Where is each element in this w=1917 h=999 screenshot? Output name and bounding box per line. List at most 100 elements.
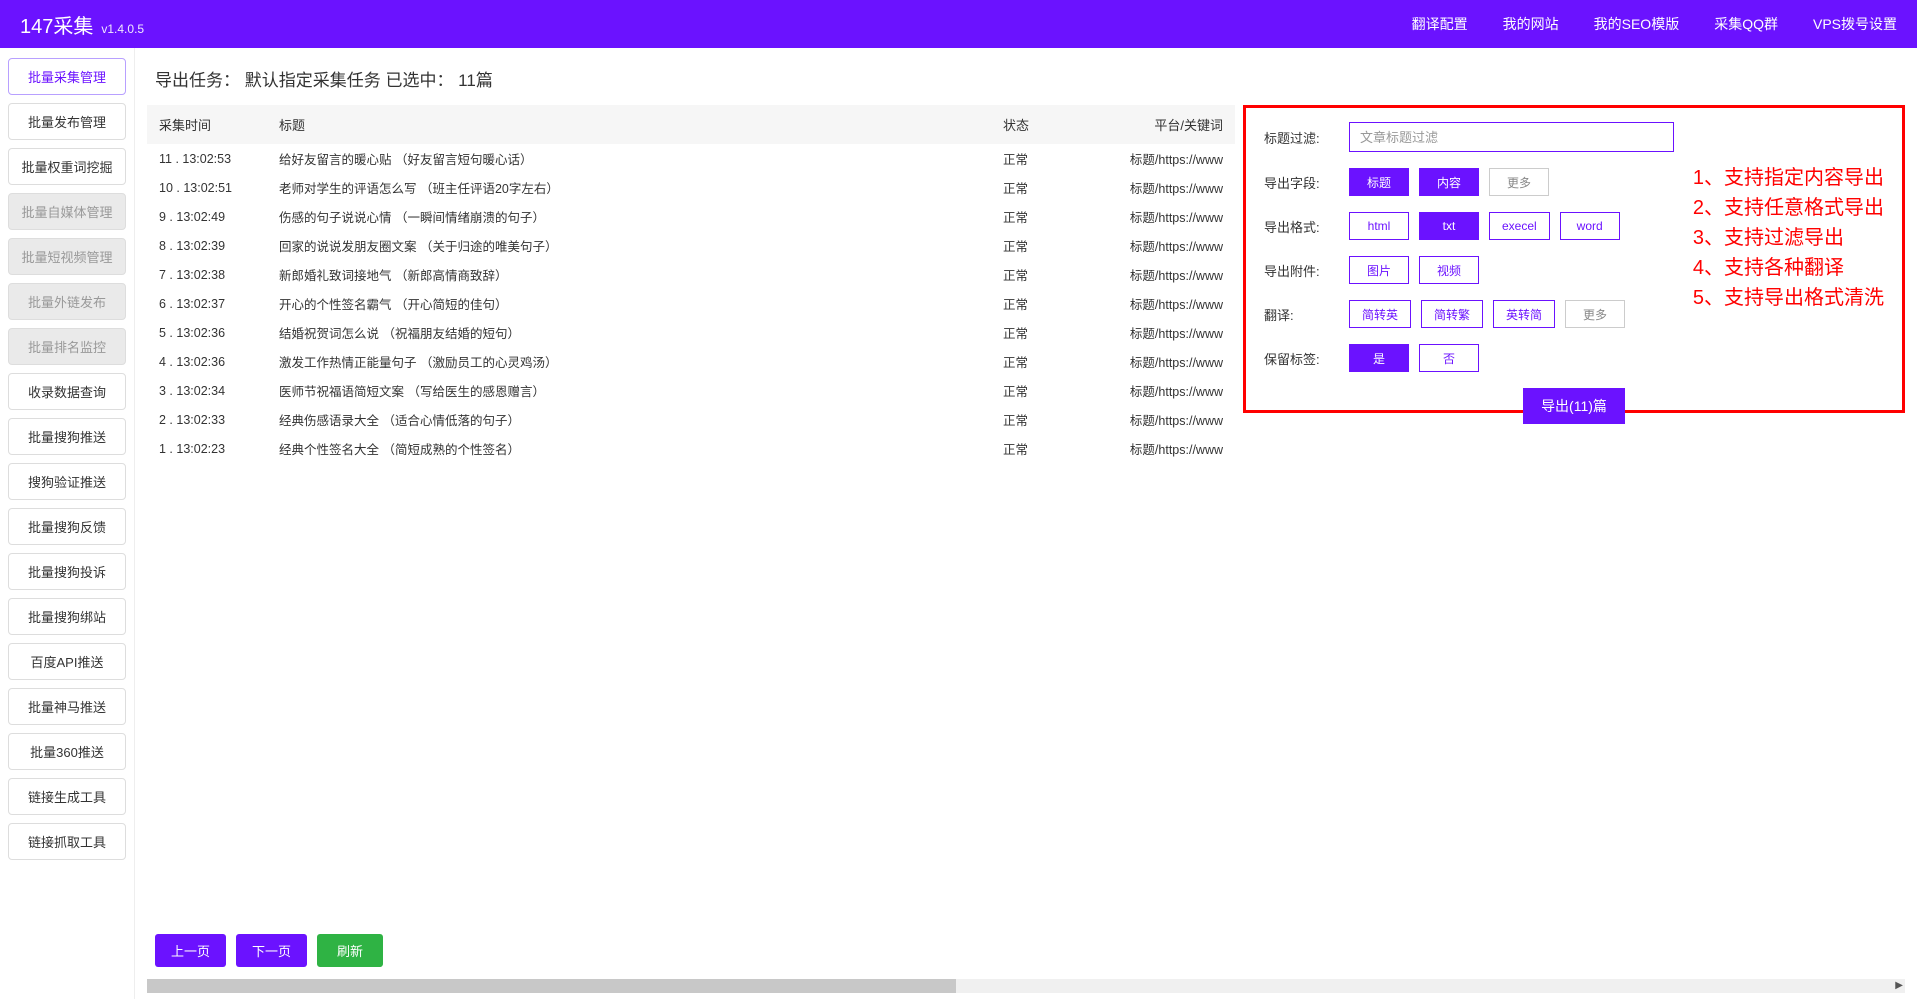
nav-qq-group[interactable]: 采集QQ群 bbox=[1714, 14, 1778, 34]
next-page-button[interactable]: 下一页 bbox=[236, 934, 307, 967]
sidebar-item-6[interactable]: 批量排名监控 bbox=[8, 328, 126, 365]
task-title: 导出任务： 默认指定采集任务 已选中： 11篇 bbox=[135, 48, 1917, 105]
horizontal-scrollbar[interactable]: ▶ bbox=[147, 979, 1905, 993]
sidebar: 批量采集管理批量发布管理批量权重词挖掘批量自媒体管理批量短视频管理批量外链发布批… bbox=[0, 48, 135, 999]
annotation-2: 2、支持任意格式导出 bbox=[1693, 193, 1884, 223]
table-row[interactable]: 9 . 13:02:49伤感的句子说说心情 （一瞬间情绪崩溃的句子）正常标题/h… bbox=[147, 202, 1235, 231]
attach-label: 导出附件: bbox=[1264, 261, 1349, 280]
table-row[interactable]: 11 . 13:02:53给好友留言的暖心贴 （好友留言短句暖心话）正常标题/h… bbox=[147, 144, 1235, 173]
sidebar-item-15[interactable]: 批量360推送 bbox=[8, 733, 126, 770]
prev-page-button[interactable]: 上一页 bbox=[155, 934, 226, 967]
format-option-2[interactable]: execel bbox=[1489, 212, 1550, 240]
cell-platform: 标题/https://www bbox=[1123, 294, 1223, 313]
sidebar-item-3[interactable]: 批量自媒体管理 bbox=[8, 193, 126, 230]
translate-option-2[interactable]: 英转简 bbox=[1493, 300, 1555, 328]
attach-option-1[interactable]: 视频 bbox=[1419, 256, 1479, 284]
translate-option-1[interactable]: 简转繁 bbox=[1421, 300, 1483, 328]
format-option-0[interactable]: html bbox=[1349, 212, 1409, 240]
annotation-4: 4、支持各种翻译 bbox=[1693, 253, 1884, 283]
annotation-1: 1、支持指定内容导出 bbox=[1693, 163, 1884, 193]
fields-option-0[interactable]: 标题 bbox=[1349, 168, 1409, 196]
keeptag-option-1[interactable]: 否 bbox=[1419, 344, 1479, 372]
scroll-thumb[interactable] bbox=[147, 979, 956, 993]
footer-bar: 上一页 下一页 刷新 bbox=[135, 922, 1917, 979]
translate-option-0[interactable]: 简转英 bbox=[1349, 300, 1411, 328]
cell-title: 激发工作热情正能量句子 （激励员工的心灵鸡汤） bbox=[279, 352, 1003, 371]
sidebar-item-17[interactable]: 链接抓取工具 bbox=[8, 823, 126, 860]
table-row[interactable]: 8 . 13:02:39回家的说说发朋友圈文案 （关于归途的唯美句子）正常标题/… bbox=[147, 231, 1235, 260]
cell-title: 伤感的句子说说心情 （一瞬间情绪崩溃的句子） bbox=[279, 207, 1003, 226]
export-button[interactable]: 导出(11)篇 bbox=[1523, 388, 1625, 424]
sidebar-item-8[interactable]: 批量搜狗推送 bbox=[8, 418, 126, 455]
refresh-button[interactable]: 刷新 bbox=[317, 934, 383, 967]
sidebar-item-13[interactable]: 百度API推送 bbox=[8, 643, 126, 680]
nav-vps-dial[interactable]: VPS拨号设置 bbox=[1813, 14, 1897, 34]
filter-label: 标题过滤: bbox=[1264, 128, 1349, 147]
format-controls: htmltxt execel word bbox=[1349, 212, 1620, 240]
cell-title: 给好友留言的暖心贴 （好友留言短句暖心话） bbox=[279, 149, 1003, 168]
cell-title: 开心的个性签名霸气 （开心简短的佳句） bbox=[279, 294, 1003, 313]
cell-platform: 标题/https://www bbox=[1123, 410, 1223, 429]
fields-option-2[interactable]: 更多 bbox=[1489, 168, 1549, 196]
sidebar-item-7[interactable]: 收录数据查询 bbox=[8, 373, 126, 410]
cell-title: 新郎婚礼致词接地气 （新郎高情商致辞） bbox=[279, 265, 1003, 284]
table-row[interactable]: 4 . 13:02:36激发工作热情正能量句子 （激励员工的心灵鸡汤）正常标题/… bbox=[147, 347, 1235, 376]
sidebar-item-5[interactable]: 批量外链发布 bbox=[8, 283, 126, 320]
cell-platform: 标题/https://www bbox=[1123, 236, 1223, 255]
cell-status: 正常 bbox=[1003, 439, 1123, 458]
nav-seo-template[interactable]: 我的SEO模版 bbox=[1594, 14, 1680, 34]
attach-option-0[interactable]: 图片 bbox=[1349, 256, 1409, 284]
cell-platform: 标题/https://www bbox=[1123, 207, 1223, 226]
sidebar-item-1[interactable]: 批量发布管理 bbox=[8, 103, 126, 140]
cell-time: 5 . 13:02:36 bbox=[159, 326, 279, 340]
translate-option-3[interactable]: 更多 bbox=[1565, 300, 1625, 328]
cell-time: 6 . 13:02:37 bbox=[159, 297, 279, 311]
cell-time: 8 . 13:02:39 bbox=[159, 239, 279, 253]
sidebar-item-10[interactable]: 批量搜狗反馈 bbox=[8, 508, 126, 545]
sidebar-item-4[interactable]: 批量短视频管理 bbox=[8, 238, 126, 275]
format-option-1[interactable]: txt bbox=[1419, 212, 1479, 240]
translate-label: 翻译: bbox=[1264, 305, 1349, 324]
title-filter-input[interactable] bbox=[1349, 122, 1674, 152]
cell-platform: 标题/https://www bbox=[1123, 381, 1223, 400]
nav-my-site[interactable]: 我的网站 bbox=[1503, 14, 1559, 34]
sidebar-item-0[interactable]: 批量采集管理 bbox=[8, 58, 126, 95]
table-wrap: 采集时间 标题 状态 平台/关键词 11 . 13:02:53给好友留言的暖心贴… bbox=[147, 105, 1235, 922]
sidebar-item-9[interactable]: 搜狗验证推送 bbox=[8, 463, 126, 500]
cell-platform: 标题/https://www bbox=[1123, 323, 1223, 342]
keeptag-label: 保留标签: bbox=[1264, 349, 1349, 368]
col-header-status: 状态 bbox=[1003, 115, 1123, 134]
cell-time: 11 . 13:02:53 bbox=[159, 152, 279, 166]
table-row[interactable]: 3 . 13:02:34医师节祝福语简短文案 （写给医生的感恩赠言）正常标题/h… bbox=[147, 376, 1235, 405]
annotation-3: 3、支持过滤导出 bbox=[1693, 223, 1884, 253]
cell-time: 9 . 13:02:49 bbox=[159, 210, 279, 224]
col-header-time: 采集时间 bbox=[159, 115, 279, 134]
sidebar-item-12[interactable]: 批量搜狗绑站 bbox=[8, 598, 126, 635]
table-row[interactable]: 6 . 13:02:37开心的个性签名霸气 （开心简短的佳句）正常标题/http… bbox=[147, 289, 1235, 318]
table-row[interactable]: 5 . 13:02:36结婚祝贺词怎么说 （祝福朋友结婚的短句）正常标题/htt… bbox=[147, 318, 1235, 347]
sidebar-item-14[interactable]: 批量神马推送 bbox=[8, 688, 126, 725]
nav-translate-config[interactable]: 翻译配置 bbox=[1412, 14, 1468, 34]
sidebar-item-16[interactable]: 链接生成工具 bbox=[8, 778, 126, 815]
table-row[interactable]: 2 . 13:02:33经典伤感语录大全 （适合心情低落的句子）正常标题/htt… bbox=[147, 405, 1235, 434]
app-version: v1.4.0.5 bbox=[101, 22, 144, 36]
table-row[interactable]: 7 . 13:02:38新郎婚礼致词接地气 （新郎高情商致辞）正常标题/http… bbox=[147, 260, 1235, 289]
cell-status: 正常 bbox=[1003, 352, 1123, 371]
cell-status: 正常 bbox=[1003, 149, 1123, 168]
format-option-3[interactable]: word bbox=[1560, 212, 1620, 240]
cell-status: 正常 bbox=[1003, 294, 1123, 313]
cell-title: 老师对学生的评语怎么写 （班主任评语20字左右） bbox=[279, 178, 1003, 197]
cell-platform: 标题/https://www bbox=[1123, 149, 1223, 168]
cell-platform: 标题/https://www bbox=[1123, 178, 1223, 197]
cell-status: 正常 bbox=[1003, 207, 1123, 226]
cell-status: 正常 bbox=[1003, 381, 1123, 400]
sidebar-item-2[interactable]: 批量权重词挖掘 bbox=[8, 148, 126, 185]
cell-status: 正常 bbox=[1003, 178, 1123, 197]
sidebar-item-11[interactable]: 批量搜狗投诉 bbox=[8, 553, 126, 590]
keeptag-option-0[interactable]: 是 bbox=[1349, 344, 1409, 372]
table-row[interactable]: 10 . 13:02:51老师对学生的评语怎么写 （班主任评语20字左右）正常标… bbox=[147, 173, 1235, 202]
scroll-arrow-right-icon[interactable]: ▶ bbox=[1895, 979, 1903, 993]
table-row[interactable]: 1 . 13:02:23经典个性签名大全 （简短成熟的个性签名）正常标题/htt… bbox=[147, 434, 1235, 463]
col-header-platform: 平台/关键词 bbox=[1123, 115, 1223, 134]
fields-option-1[interactable]: 内容 bbox=[1419, 168, 1479, 196]
